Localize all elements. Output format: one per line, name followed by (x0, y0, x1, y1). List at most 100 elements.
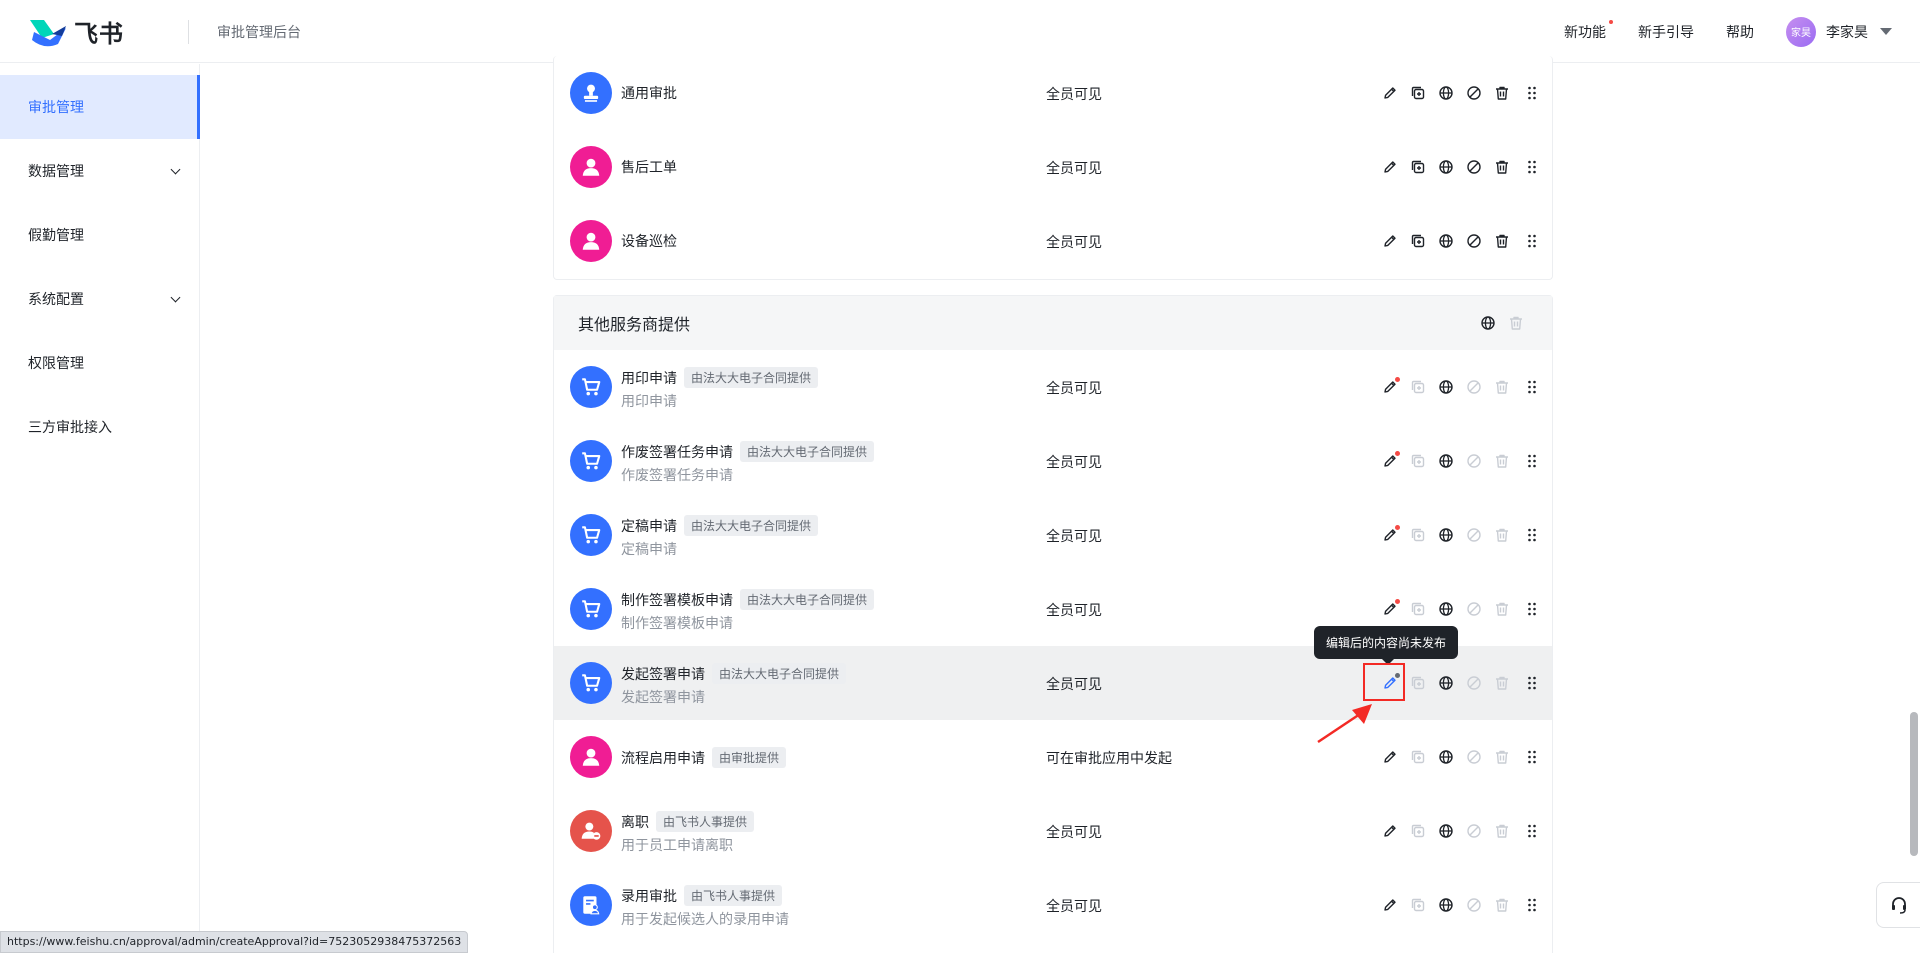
table-row[interactable]: 流程启用申请 由审批提供 可在审批应用中发起 (554, 720, 1552, 794)
feishu-logo[interactable]: 飞书 (28, 14, 124, 49)
edit-icon[interactable] (1380, 525, 1400, 545)
trash-icon[interactable] (1492, 231, 1512, 251)
drag-handle-icon[interactable] (1522, 231, 1542, 251)
customer-service-button[interactable] (1876, 882, 1920, 928)
edit-icon[interactable] (1380, 83, 1400, 103)
row-title[interactable]: 用印申请 (621, 368, 677, 388)
row-title[interactable]: 售后工单 (621, 157, 677, 177)
table-row[interactable]: 录用审批 由飞书人事提供 用于发起候选人的录用申请 全员可见 (554, 868, 1552, 942)
group-panel-other-providers: 其他服务商提供 用印申请 由法大大电子合同提供 用印申请 全员可见 作废签署任务申请 由法… (553, 295, 1553, 953)
drag-handle-icon[interactable] (1522, 525, 1542, 545)
copy-icon[interactable] (1408, 157, 1428, 177)
sidebar-item-data-management[interactable]: 数据管理 (0, 139, 199, 203)
table-row[interactable]: 用印申请 由法大大电子合同提供 用印申请 全员可见 (554, 350, 1552, 424)
table-row[interactable]: 作废签署任务申请 由法大大电子合同提供 作废签署任务申请 全员可见 (554, 424, 1552, 498)
table-row[interactable]: 售后工单 全员可见 (554, 130, 1552, 204)
drag-handle-icon[interactable] (1522, 599, 1542, 619)
row-title-wrap: 发起签署申请 由法大大电子合同提供 (621, 663, 847, 684)
row-visibility: 全员可见 (1046, 677, 1102, 693)
globe-icon[interactable] (1436, 451, 1456, 471)
table-row[interactable]: 离职 由飞书人事提供 用于员工申请离职 全员可见 (554, 794, 1552, 868)
sidebar-item-attendance[interactable]: 假勤管理 (0, 203, 199, 267)
copy-icon (1408, 747, 1428, 767)
globe-icon[interactable] (1436, 895, 1456, 915)
sidebar-item-label: 假勤管理 (28, 228, 84, 244)
disable-icon (1464, 821, 1484, 841)
drag-handle-icon[interactable] (1522, 821, 1542, 841)
copy-icon[interactable] (1408, 231, 1428, 251)
row-title[interactable]: 制作签署模板申请 (621, 590, 733, 610)
person-icon (570, 220, 612, 262)
provider-tag: 由法大大电子合同提供 (740, 441, 875, 462)
drag-handle-icon[interactable] (1522, 747, 1542, 767)
edit-icon[interactable] (1380, 821, 1400, 841)
disable-icon[interactable] (1464, 157, 1484, 177)
row-description: 制作签署模板申请 (621, 616, 733, 632)
drag-handle-icon[interactable] (1522, 895, 1542, 915)
row-title-wrap: 设备巡检 (621, 231, 677, 251)
avatar[interactable]: 家昊 (1786, 16, 1816, 47)
table-row[interactable]: 设备巡检 全员可见 (554, 204, 1552, 278)
scrollbar[interactable] (1910, 712, 1918, 856)
globe-icon[interactable] (1436, 599, 1456, 619)
unpublished-dot (1395, 525, 1400, 530)
row-title[interactable]: 发起签署申请 (621, 664, 705, 684)
drag-handle-icon[interactable] (1522, 673, 1542, 693)
sidebar: 审批管理 数据管理 假勤管理 系统配置 权限管理 三方审批接入 (0, 64, 200, 953)
trash-icon[interactable] (1492, 157, 1512, 177)
edit-icon[interactable] (1380, 747, 1400, 767)
globe-icon[interactable] (1436, 83, 1456, 103)
row-title[interactable]: 离职 (621, 812, 649, 832)
row-actions (1380, 747, 1550, 767)
edit-icon[interactable] (1380, 599, 1400, 619)
row-title-wrap: 制作签署模板申请 由法大大电子合同提供 (621, 589, 875, 610)
edit-icon[interactable] (1380, 451, 1400, 471)
disable-icon[interactable] (1464, 231, 1484, 251)
edit-icon[interactable] (1380, 895, 1400, 915)
page-subtitle: 审批管理后台 (217, 25, 301, 41)
disable-icon (1464, 673, 1484, 693)
trash-icon (1506, 313, 1526, 333)
globe-icon[interactable] (1478, 313, 1498, 333)
globe-icon[interactable] (1436, 231, 1456, 251)
row-title[interactable]: 设备巡检 (621, 231, 677, 251)
drag-handle-icon[interactable] (1522, 157, 1542, 177)
drag-handle-icon[interactable] (1522, 83, 1542, 103)
row-description: 用于发起候选人的录用申请 (621, 912, 789, 928)
row-title[interactable]: 录用审批 (621, 886, 677, 906)
help-link[interactable]: 帮助 (1726, 22, 1754, 42)
copy-icon (1408, 673, 1428, 693)
sidebar-item-approval-management[interactable]: 审批管理 (0, 75, 200, 139)
edit-icon[interactable] (1380, 377, 1400, 397)
row-actions (1380, 231, 1550, 251)
caret-down-icon[interactable] (1880, 28, 1892, 35)
beginner-guide-link[interactable]: 新手引导 (1638, 22, 1694, 42)
table-row[interactable]: 定稿申请 由法大大电子合同提供 定稿申请 全员可见 (554, 498, 1552, 572)
globe-icon[interactable] (1436, 157, 1456, 177)
trash-icon[interactable] (1492, 83, 1512, 103)
drag-handle-icon[interactable] (1522, 451, 1542, 471)
globe-icon[interactable] (1436, 821, 1456, 841)
row-visibility: 可在审批应用中发起 (1046, 751, 1172, 767)
sidebar-item-permissions[interactable]: 权限管理 (0, 331, 199, 395)
disable-icon[interactable] (1464, 83, 1484, 103)
row-title[interactable]: 定稿申请 (621, 516, 677, 536)
row-title[interactable]: 流程启用申请 (621, 748, 705, 768)
row-title[interactable]: 作废签署任务申请 (621, 442, 733, 462)
globe-icon[interactable] (1436, 747, 1456, 767)
sidebar-item-third-party[interactable]: 三方审批接入 (0, 395, 199, 459)
sidebar-item-system-config[interactable]: 系统配置 (0, 267, 199, 331)
new-features-link[interactable]: 新功能 (1564, 19, 1613, 42)
copy-icon[interactable] (1408, 83, 1428, 103)
globe-icon[interactable] (1436, 377, 1456, 397)
table-row[interactable]: 通用审批 全员可见 (554, 56, 1552, 130)
edit-icon[interactable] (1380, 231, 1400, 251)
globe-icon[interactable] (1436, 525, 1456, 545)
drag-handle-icon[interactable] (1522, 377, 1542, 397)
copy-icon (1408, 377, 1428, 397)
user-name[interactable]: 李家昊 (1826, 22, 1868, 42)
row-title[interactable]: 通用审批 (621, 83, 677, 103)
top-header: 飞书 审批管理后台 新功能 新手引导 帮助 家昊 李家昊 (0, 0, 1920, 63)
edit-icon[interactable] (1380, 157, 1400, 177)
globe-icon[interactable] (1436, 673, 1456, 693)
